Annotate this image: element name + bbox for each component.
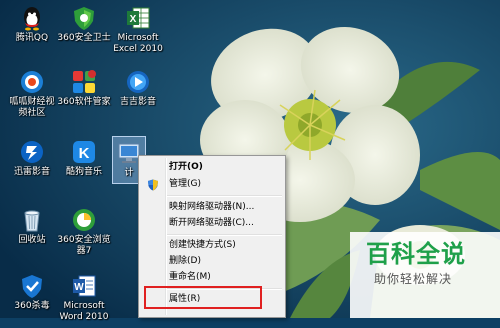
kugou-music-icon: K [73, 141, 95, 163]
menu-item-label: 管理(G) [169, 179, 201, 189]
menu-separator [167, 195, 282, 197]
watermark-subtitle: 助你轻松解决 [374, 272, 453, 286]
word-icon: W [73, 275, 96, 297]
jiji-player-icon [127, 71, 149, 93]
uac-shield-icon [148, 179, 158, 191]
desktop-icon-kugou-music[interactable]: K 酷狗音乐 [52, 136, 116, 194]
menu-item-delete[interactable]: 删除(D) [141, 254, 283, 269]
menu-item-open[interactable]: 打开(O) [141, 160, 283, 175]
desktop-icon-label: Microsoft Excel 2010 [113, 33, 163, 54]
qq-icon [24, 7, 40, 31]
xunlei-player-icon [21, 141, 43, 163]
watermark-title: 百科全说 [366, 240, 466, 268]
360-browser-icon [73, 209, 95, 231]
desktop-icon-label: 吉吉影音 [119, 97, 156, 107]
desktop-icon-label: 酷狗音乐 [65, 167, 102, 177]
recycle-bin-icon [24, 210, 40, 232]
watermark: 百科全说 助你轻松解决 [350, 232, 500, 318]
360-software-manager-icon [73, 70, 96, 93]
menu-item-manage[interactable]: 管理(G) [141, 177, 283, 192]
svg-text:X: X [130, 14, 137, 25]
menu-item-rename[interactable]: 重命名(M) [141, 270, 283, 285]
svg-text:W: W [74, 282, 84, 293]
desktop-icon-jiji-player[interactable]: 吉吉影音 [106, 66, 170, 124]
desktop-icon-excel[interactable]: X Microsoft Excel 2010 [106, 2, 170, 60]
guagua-icon [21, 71, 43, 93]
desktop-icon-word[interactable]: W Microsoft Word 2010 [52, 270, 116, 328]
desktop-icon-360-browser[interactable]: 360安全浏览 器7 [52, 204, 116, 262]
360-security-icon [74, 7, 94, 30]
menu-separator [167, 234, 282, 236]
desktop-icon-label: Microsoft Word 2010 [59, 301, 109, 322]
svg-text:K: K [79, 145, 90, 162]
desktop-icon-label: 360安全浏览 器7 [57, 235, 111, 256]
menu-item-map-network-drive[interactable]: 映射网络驱动器(N)... [141, 200, 283, 215]
excel-icon: X [127, 7, 150, 29]
properties-highlight-box [144, 286, 262, 309]
360-antivirus-icon [22, 275, 42, 298]
menu-item-disconnect-network-drive[interactable]: 断开网络驱动器(C)... [141, 216, 283, 231]
menu-item-create-shortcut[interactable]: 创建快捷方式(S) [141, 238, 283, 253]
